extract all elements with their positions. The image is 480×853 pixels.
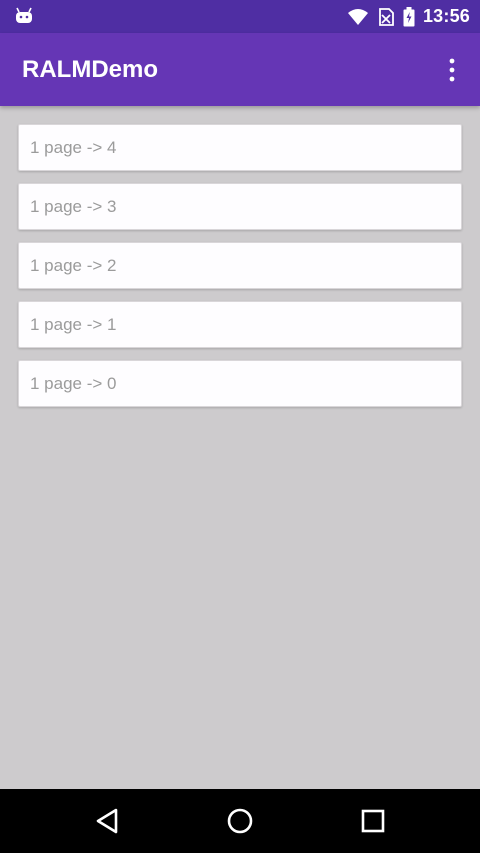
- list-item-label: 1 page -> 2: [30, 256, 117, 275]
- android-icon: [16, 7, 32, 23]
- navigation-bar: [0, 789, 480, 853]
- home-icon[interactable]: [225, 806, 255, 836]
- page-list: 1 page -> 4 1 page -> 3 1 page -> 2 1 pa…: [18, 124, 462, 419]
- status-time: 13:56: [422, 6, 470, 26]
- list-item-label: 1 page -> 4: [30, 138, 117, 157]
- no-sim-icon: [379, 7, 394, 26]
- more-vert-icon[interactable]: [440, 57, 464, 83]
- back-icon[interactable]: [92, 806, 122, 836]
- app-bar: RALMDemo: [0, 33, 480, 106]
- battery-icon: [403, 6, 415, 26]
- list-item-label: 1 page -> 0: [30, 374, 117, 393]
- list-item-label: 1 page -> 3: [30, 197, 117, 216]
- recents-icon[interactable]: [358, 806, 388, 836]
- app-title: RALMDemo: [22, 56, 158, 83]
- list-item[interactable]: 1 page -> 1: [18, 301, 462, 348]
- status-icons: 13:56: [347, 0, 470, 33]
- list-item[interactable]: 1 page -> 2: [18, 242, 462, 289]
- list-item[interactable]: 1 page -> 4: [18, 124, 462, 171]
- list-item-label: 1 page -> 1: [30, 315, 117, 334]
- list-item[interactable]: 1 page -> 3: [18, 183, 462, 230]
- list-item[interactable]: 1 page -> 0: [18, 360, 462, 407]
- status-bar: 13:56: [0, 0, 480, 33]
- wifi-icon: [347, 8, 368, 25]
